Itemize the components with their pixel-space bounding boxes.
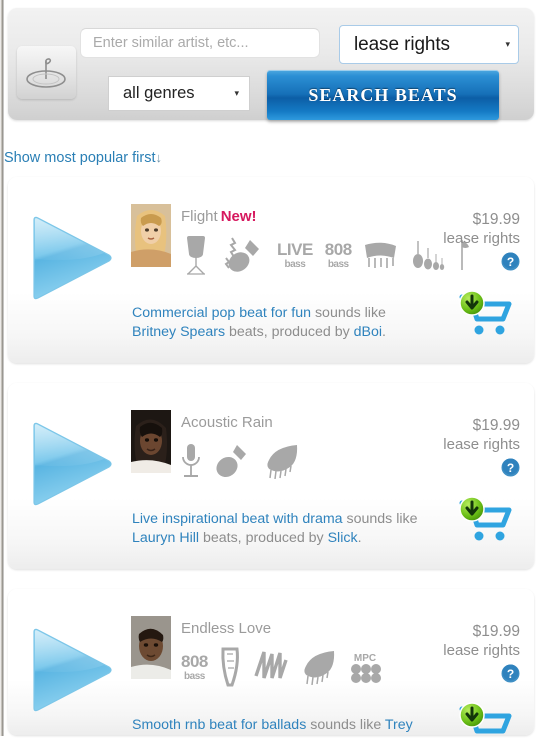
help-icon[interactable]: ?	[501, 252, 520, 271]
license-help-button[interactable]: ?	[501, 252, 520, 276]
beat-title-text: Endless Love	[181, 620, 272, 637]
beat-description-link[interactable]: Live inspirational beat with drama	[132, 511, 343, 527]
beat-title[interactable]: Endless Love	[181, 620, 271, 637]
desc-connector: sounds like	[311, 305, 386, 321]
play-button[interactable]	[28, 421, 114, 507]
808-bass-icon: 808 bass	[181, 651, 208, 682]
play-button[interactable]	[28, 215, 114, 301]
chevron-down-icon: ▾	[234, 88, 239, 98]
add-to-cart-button[interactable]	[458, 701, 520, 735]
artist-thumb-acoustic-rain	[131, 410, 171, 473]
chevron-down-icon: ▾	[505, 39, 510, 49]
instrument-icon-row	[181, 438, 299, 484]
similar-artist-link[interactable]: Trey	[385, 717, 413, 733]
license-help-button[interactable]: ?	[501, 664, 520, 688]
beat-card[interactable]: Acoustic Rain Live inspirational beat wit…	[8, 383, 534, 569]
live-bass-icon: LIVE bass	[277, 239, 313, 270]
producer-link[interactable]: dBoi	[354, 324, 382, 340]
play-triangle-icon	[33, 628, 112, 712]
producer-link[interactable]: Slick	[328, 530, 358, 546]
beat-title-text: Flight	[181, 208, 218, 225]
license-type-label: lease rights	[443, 642, 520, 659]
drum-kit-icon	[187, 236, 205, 275]
beat-price: $19.99	[472, 623, 520, 640]
license-type-label: lease rights	[443, 436, 520, 453]
help-icon[interactable]: ?	[501, 664, 520, 683]
desc-connector: beats, produced by	[225, 324, 354, 340]
beat-description: Live inspirational beat with drama sound…	[132, 510, 432, 548]
sort-label: Show most popular first	[4, 150, 156, 166]
beat-price: $19.99	[472, 417, 520, 434]
desc-connector: beats, produced by	[199, 530, 328, 546]
beat-title[interactable]: Flight New!	[181, 208, 257, 225]
microphone-icon	[182, 444, 200, 477]
similar-artist-link[interactable]: Lauryn Hill	[132, 530, 199, 546]
artist-thumb-flight	[131, 204, 171, 267]
marimba-icon	[364, 242, 396, 268]
add-to-cart-icon[interactable]	[458, 701, 520, 735]
genre-select-value: all genres	[123, 84, 195, 102]
grand-piano-icon	[304, 651, 334, 685]
svg-text:?: ?	[507, 667, 514, 681]
arrow-down-icon: ↓	[155, 150, 163, 165]
play-triangle-icon	[33, 216, 112, 300]
desc-connector: sounds like	[306, 717, 385, 733]
price-column: $19.99 lease rights?	[410, 623, 520, 688]
site-logo[interactable]	[17, 46, 76, 99]
beat-title[interactable]: Acoustic Rain	[181, 414, 273, 431]
guitar-icon	[216, 445, 246, 478]
rights-select-value: lease rights	[354, 33, 450, 55]
add-to-cart-icon[interactable]	[458, 289, 520, 339]
search-panel: lease rights ▾ all genres ▾ SEARCH BEATS	[8, 8, 534, 120]
desc-connector: sounds like	[342, 511, 418, 527]
add-to-cart-button[interactable]	[458, 495, 520, 550]
mpc-icon: MPC	[350, 653, 381, 683]
license-type-label: lease rights	[443, 230, 520, 247]
rights-select[interactable]: lease rights ▾	[339, 25, 519, 64]
electric-guitar-icon	[224, 237, 259, 272]
svg-text:?: ?	[507, 255, 514, 269]
beat-description-link[interactable]: Commercial pop beat for fun	[132, 305, 311, 321]
desc-period: .	[357, 530, 362, 546]
beat-results-list: Flight New! LIVE bass 808 bass Commercial pop …	[0, 177, 542, 755]
beat-description-link[interactable]: Smooth rnb beat for ballads	[132, 717, 306, 733]
harp-icon	[221, 647, 239, 687]
play-button[interactable]	[28, 627, 114, 713]
search-beats-button[interactable]: SEARCH BEATS	[267, 70, 499, 120]
808-bass-icon: 808 bass	[324, 239, 352, 270]
price-column: $19.99 lease rights?	[410, 211, 520, 276]
license-help-button[interactable]: ?	[501, 458, 520, 482]
similar-artist-input[interactable]	[80, 28, 320, 58]
play-triangle-icon	[33, 422, 112, 506]
help-icon[interactable]: ?	[501, 458, 520, 477]
price-column: $19.99 lease rights?	[410, 417, 520, 482]
grand-piano-icon	[267, 445, 298, 479]
similar-artist-link[interactable]: Britney Spears	[132, 324, 225, 340]
sort-most-popular-link[interactable]: Show most popular first↓	[4, 150, 162, 166]
artist-thumb-endless-love	[131, 616, 171, 679]
add-to-cart-button[interactable]	[458, 289, 520, 344]
beat-price: $19.99	[472, 211, 520, 228]
synth-wave-icon	[254, 651, 288, 679]
svg-text:MPC: MPC	[354, 653, 376, 664]
beat-description: Commercial pop beat for fun sounds like …	[132, 304, 432, 342]
logo-glyph	[26, 58, 66, 88]
new-badge: New!	[220, 208, 257, 225]
beat-card[interactable]: Flight New! LIVE bass 808 bass Commercial pop …	[8, 177, 534, 363]
genre-select[interactable]: all genres ▾	[108, 76, 250, 111]
add-to-cart-icon[interactable]	[458, 495, 520, 545]
beat-card[interactable]: Endless Love 808 bass MPC Smooth rnb beat fo…	[8, 589, 534, 735]
beat-description: Smooth rnb beat for ballads sounds like …	[132, 716, 432, 735]
svg-text:?: ?	[507, 461, 514, 475]
beat-title-text: Acoustic Rain	[181, 414, 273, 431]
desc-period: .	[382, 324, 386, 340]
instrument-icon-row: 808 bass MPC	[181, 644, 382, 690]
page-left-edge	[0, 0, 4, 736]
